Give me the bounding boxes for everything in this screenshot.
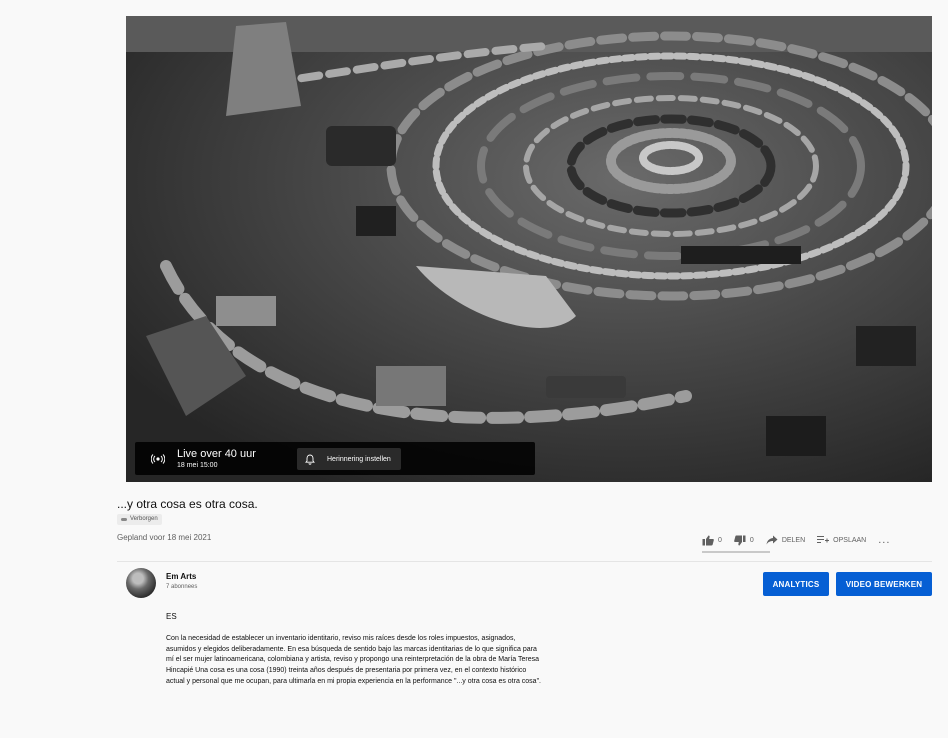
share-icon <box>766 535 778 545</box>
video-thumbnail <box>126 16 932 482</box>
share-button[interactable]: DELEN <box>766 535 805 545</box>
like-count: 0 <box>718 536 722 544</box>
thumbs-down-icon <box>734 535 746 545</box>
live-datetime: 18 mei 15:00 <box>177 461 218 469</box>
set-reminder-button[interactable]: Herinnering instellen <box>297 448 401 470</box>
thumbs-up-icon <box>702 535 714 545</box>
sentiment-bar <box>702 551 770 553</box>
description-text: Con la necesidad de establecer un invent… <box>166 635 542 685</box>
subscriber-count: 7 abonnees <box>166 584 198 590</box>
analytics-button[interactable]: ANALYTICS <box>763 572 829 596</box>
video-title: ...y otra cosa es otra cosa. <box>117 497 258 511</box>
reminder-label: Herinnering instellen <box>327 455 391 463</box>
scheduled-date: Gepland voor 18 mei 2021 <box>117 533 212 542</box>
channel-name[interactable]: Em Arts <box>166 572 196 581</box>
hidden-icon <box>121 518 127 521</box>
channel-avatar[interactable] <box>126 568 156 598</box>
description-language: ES <box>166 612 177 621</box>
live-banner: Live over 40 uur 18 mei 15:00 Herinnerin… <box>135 442 535 475</box>
divider <box>117 561 932 562</box>
dislike-button[interactable]: 0 <box>734 535 754 546</box>
dislike-count: 0 <box>749 536 754 544</box>
like-button[interactable]: 0 <box>702 535 722 546</box>
visibility-badge: Verborgen <box>117 514 162 525</box>
broadcast-icon <box>141 442 175 475</box>
visibility-label: Verborgen <box>130 516 158 522</box>
more-options-icon[interactable]: ... <box>878 534 890 546</box>
live-status: Live over 40 uur <box>177 447 256 460</box>
edit-video-button[interactable]: VIDEO BEWERKEN <box>836 572 932 596</box>
save-label: OPSLAAN <box>833 536 867 544</box>
save-button[interactable]: OPSLAAN <box>817 535 866 545</box>
action-bar: 0 0 DELEN OPSLAAN ... <box>702 533 890 547</box>
video-player[interactable]: Live over 40 uur 18 mei 15:00 Herinnerin… <box>126 16 932 482</box>
share-label: DELEN <box>781 536 806 544</box>
playlist-add-icon <box>817 536 830 543</box>
bell-icon <box>305 452 319 466</box>
